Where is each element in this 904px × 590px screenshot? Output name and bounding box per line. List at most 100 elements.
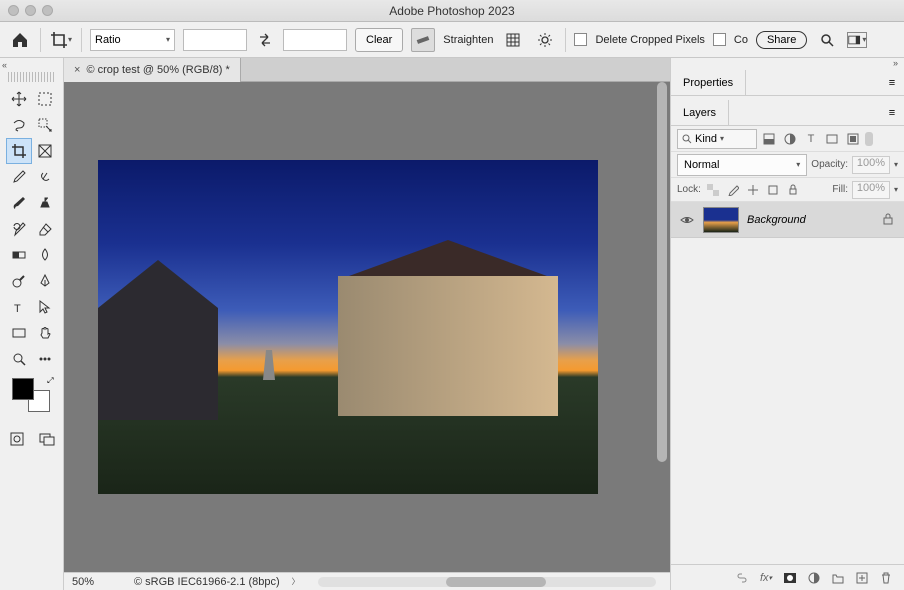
fill-label: Fill: <box>832 184 848 195</box>
hand-tool[interactable] <box>32 320 58 346</box>
eraser-tool[interactable] <box>32 216 58 242</box>
share-button[interactable]: Share <box>756 31 807 49</box>
lasso-tool[interactable] <box>6 112 32 138</box>
edit-toolbar[interactable] <box>32 346 58 372</box>
tools-panel: « T ⤢ <box>0 58 64 590</box>
panel-grip[interactable] <box>8 72 56 82</box>
filter-toggle[interactable] <box>865 132 873 146</box>
pen-tool[interactable] <box>32 268 58 294</box>
zoom-level[interactable]: 50% <box>72 576 122 588</box>
scrollbar-thumb[interactable] <box>657 82 667 462</box>
swap-dimensions-button[interactable] <box>255 30 275 50</box>
screen-mode-button[interactable] <box>34 426 60 452</box>
foreground-color-swatch[interactable] <box>12 378 34 400</box>
tab-layers[interactable]: Layers <box>671 100 729 125</box>
vertical-scrollbar[interactable] <box>656 82 668 572</box>
layer-style-icon[interactable]: fx▾ <box>758 570 774 586</box>
separator <box>40 28 41 52</box>
dodge-tool[interactable] <box>6 268 32 294</box>
history-brush-tool[interactable] <box>6 216 32 242</box>
info-chevron-icon[interactable]: 〉 <box>292 576 300 587</box>
lock-all-icon[interactable] <box>785 182 801 198</box>
opacity-label: Opacity: <box>811 159 848 170</box>
right-panels: » Properties ≡ Layers ≡ Kind ▾ T Normal▾ <box>670 58 904 590</box>
tab-properties[interactable]: Properties <box>671 70 746 95</box>
lock-label: Lock: <box>677 184 701 195</box>
lock-position-icon[interactable] <box>745 182 761 198</box>
straighten-tool-icon[interactable] <box>411 28 435 52</box>
delete-layer-icon[interactable] <box>878 570 894 586</box>
horizontal-scrollbar[interactable] <box>318 577 656 587</box>
opacity-input[interactable]: 100% <box>852 156 890 174</box>
close-tab-icon[interactable]: × <box>74 64 80 76</box>
layer-row[interactable]: Background <box>671 202 904 238</box>
delete-cropped-checkbox[interactable] <box>574 33 587 46</box>
eyedropper-tool[interactable] <box>6 164 32 190</box>
gradient-tool[interactable] <box>6 242 32 268</box>
document-area: × © crop test @ 50% (RGB/8) * 50% © sRGB… <box>64 58 670 590</box>
properties-panel-tabs: Properties ≡ <box>671 70 904 96</box>
blend-mode-dropdown[interactable]: Normal▾ <box>677 154 807 176</box>
scrollbar-thumb[interactable] <box>446 577 546 587</box>
zoom-tool[interactable] <box>6 346 32 372</box>
visibility-toggle[interactable] <box>679 212 695 228</box>
crop-ratio-dropdown[interactable]: Ratio ▾ <box>90 29 175 51</box>
move-tool[interactable] <box>6 86 32 112</box>
document-info[interactable]: © sRGB IEC61966-2.1 (8bpc) <box>134 576 280 588</box>
adjustment-layer-icon[interactable] <box>806 570 822 586</box>
filter-kind-dropdown[interactable]: Kind ▾ <box>677 129 757 149</box>
group-icon[interactable] <box>830 570 846 586</box>
layer-name[interactable]: Background <box>747 214 874 226</box>
canvas[interactable] <box>64 82 670 572</box>
overlay-grid-button[interactable] <box>501 28 525 52</box>
crop-tool-indicator-icon[interactable]: ▾ <box>49 28 73 52</box>
filter-adjustment-icon[interactable] <box>781 130 799 148</box>
chevron-down-icon[interactable]: ▾ <box>894 160 898 169</box>
blur-tool[interactable] <box>32 242 58 268</box>
layers-panel-tabs: Layers ≡ <box>671 100 904 126</box>
workspace-switcher[interactable]: ▾ <box>847 32 867 48</box>
panel-collapse-toggle[interactable]: » <box>671 58 904 70</box>
filter-smart-icon[interactable] <box>844 130 862 148</box>
swap-colors-icon[interactable]: ⤢ <box>47 376 53 386</box>
lock-transparency-icon[interactable] <box>705 182 721 198</box>
new-layer-icon[interactable] <box>854 570 870 586</box>
crop-height-input[interactable] <box>283 29 347 51</box>
crop-width-input[interactable] <box>183 29 247 51</box>
brush-tool[interactable] <box>6 190 32 216</box>
lock-image-icon[interactable] <box>725 182 741 198</box>
quick-mask-button[interactable] <box>4 426 30 452</box>
content-aware-checkbox[interactable] <box>713 33 726 46</box>
quick-select-tool[interactable] <box>32 112 58 138</box>
rectangle-tool[interactable] <box>6 320 32 346</box>
layer-thumbnail[interactable] <box>703 207 739 233</box>
filter-type-icon[interactable]: T <box>802 130 820 148</box>
crop-tool[interactable] <box>6 138 32 164</box>
document-image <box>98 160 598 494</box>
chevron-down-icon[interactable]: ▾ <box>894 185 898 194</box>
layers-panel-footer: fx▾ <box>671 564 904 590</box>
type-tool[interactable]: T <box>6 294 32 320</box>
marquee-tool[interactable] <box>32 86 58 112</box>
home-button[interactable] <box>8 28 32 52</box>
clear-button[interactable]: Clear <box>355 28 403 52</box>
link-layers-icon[interactable] <box>734 570 750 586</box>
healing-tool[interactable] <box>32 164 58 190</box>
crop-settings-button[interactable] <box>533 28 557 52</box>
document-tab[interactable]: × © crop test @ 50% (RGB/8) * <box>64 58 241 82</box>
filter-shape-icon[interactable] <box>823 130 841 148</box>
lock-icon[interactable] <box>882 213 896 227</box>
collapse-toggle[interactable]: « <box>2 60 12 70</box>
filter-pixel-icon[interactable] <box>760 130 778 148</box>
search-button[interactable] <box>815 28 839 52</box>
clone-stamp-tool[interactable] <box>32 190 58 216</box>
fill-input[interactable]: 100% <box>852 181 890 199</box>
layer-mask-icon[interactable] <box>782 570 798 586</box>
frame-tool[interactable] <box>32 138 58 164</box>
panel-menu-icon[interactable]: ≡ <box>880 100 904 125</box>
panel-menu-icon[interactable]: ≡ <box>880 70 904 95</box>
content-aware-label: Co <box>734 34 748 46</box>
color-swatches[interactable]: ⤢ <box>12 378 52 416</box>
lock-artboard-icon[interactable] <box>765 182 781 198</box>
path-select-tool[interactable] <box>32 294 58 320</box>
